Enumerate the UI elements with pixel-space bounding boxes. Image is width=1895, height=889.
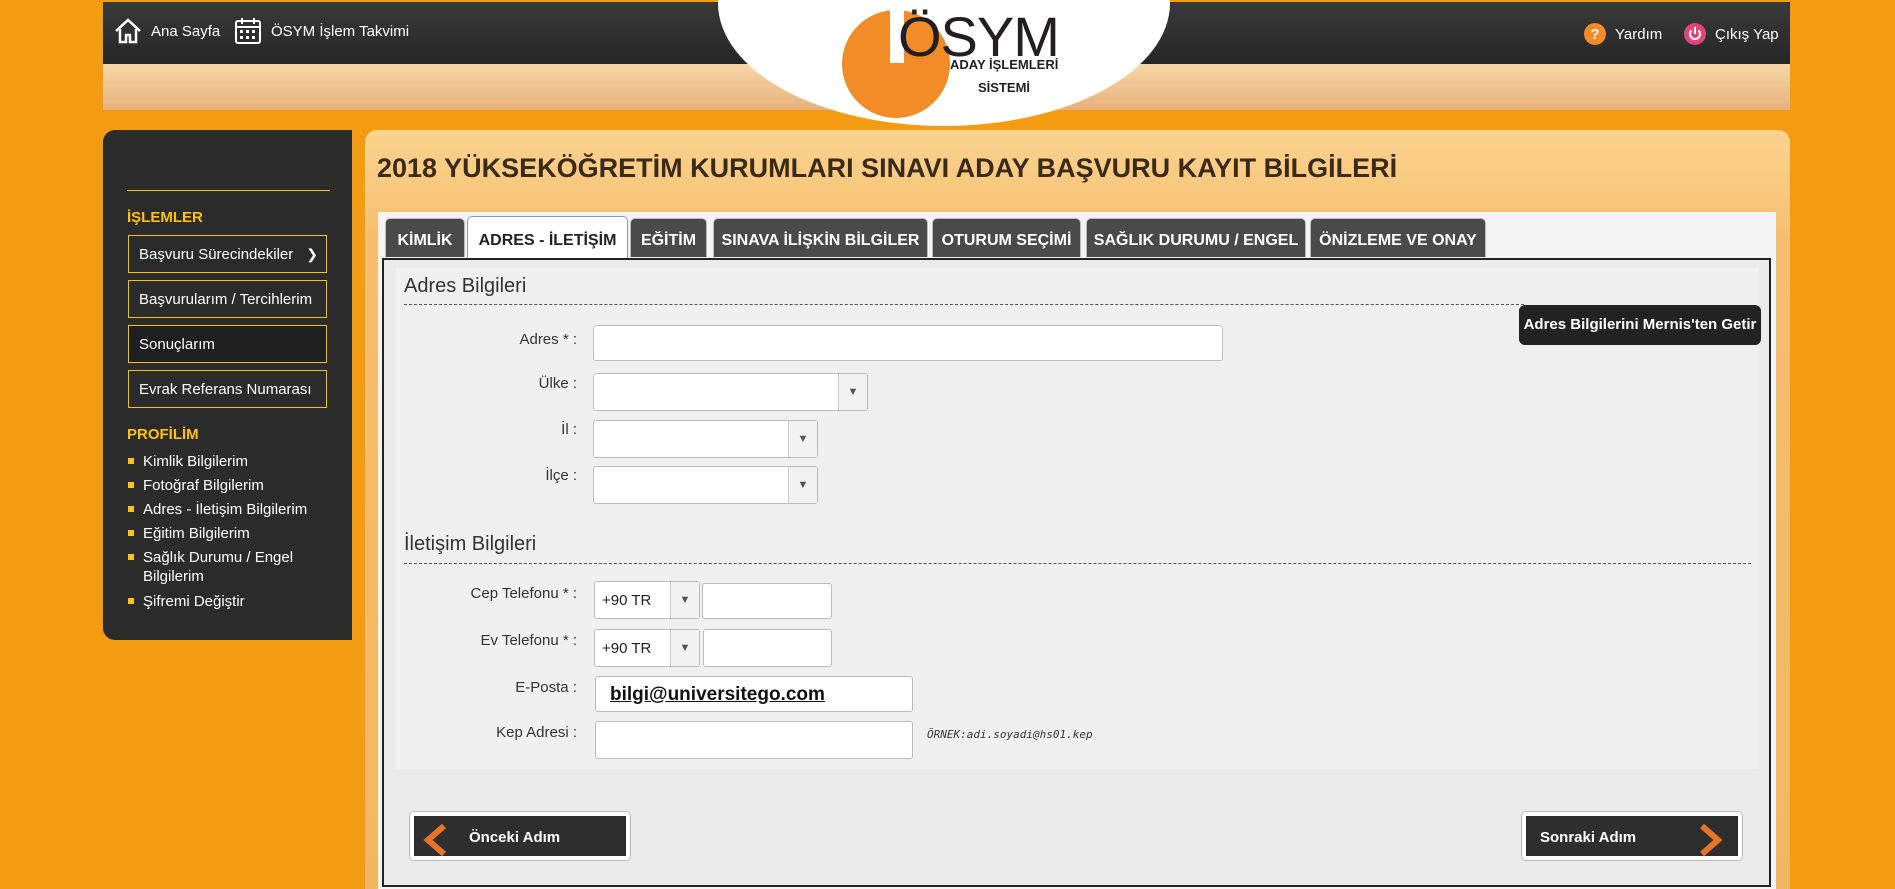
calendar-link[interactable]: ÖSYM İşlem Takvimi xyxy=(233,16,409,46)
calendar-icon xyxy=(235,18,261,44)
arrow-left-icon xyxy=(423,824,446,856)
tab-identity[interactable]: KİMLİK xyxy=(385,218,465,257)
chevron-down-icon: ▼ xyxy=(788,467,817,503)
logo-subtitle-2: SİSTEMİ xyxy=(978,80,1031,95)
operations-heading: İŞLEMLER xyxy=(127,209,203,226)
home-link[interactable]: Ana Sayfa xyxy=(113,16,220,46)
province-label: İl : xyxy=(561,421,577,438)
tab-health-disability[interactable]: SAĞLIK DURUMU / ENGEL xyxy=(1086,218,1306,257)
home-country-code-value: +90 TR xyxy=(602,640,652,657)
sidebar-divider xyxy=(127,190,330,191)
kep-address-input[interactable] xyxy=(595,721,913,759)
arrow-right-icon xyxy=(1700,824,1723,856)
bullet-icon xyxy=(128,458,134,464)
profile-item-label: Sağlık Durumu / Engel Bilgilerim xyxy=(143,549,294,585)
tab-preview-approval[interactable]: ÖNİZLEME VE ONAY xyxy=(1310,218,1486,257)
mobile-country-code-select[interactable]: +90 TR ▼ xyxy=(594,581,700,619)
sidebar-item-label: Başvuru Sürecindekiler xyxy=(139,246,294,263)
country-select[interactable]: ▼ xyxy=(593,373,868,411)
profile-item-address-contact[interactable]: Adres - İletişim Bilgilerim xyxy=(128,500,333,519)
home-country-code-select[interactable]: +90 TR ▼ xyxy=(594,629,700,667)
bullet-icon xyxy=(128,554,134,560)
home-phone-label: Ev Telefonu * : xyxy=(480,632,577,649)
address-section-divider xyxy=(404,304,1524,305)
tab-address-contact[interactable]: ADRES - İLETİŞİM xyxy=(467,216,628,258)
profile-heading: PROFİLİM xyxy=(127,426,199,443)
home-link-label: Ana Sayfa xyxy=(151,22,221,40)
profile-item-label: Şifremi Değiştir xyxy=(143,593,245,610)
email-label: E-Posta : xyxy=(515,679,577,696)
address-label: Adres * : xyxy=(519,331,577,348)
next-step-label: Sonraki Adım xyxy=(1540,829,1637,846)
mobile-phone-input[interactable] xyxy=(702,583,832,619)
mobile-country-code-value: +90 TR xyxy=(602,592,652,609)
chevron-down-icon: ▼ xyxy=(670,582,699,618)
logout-link[interactable]: Çıkış Yap xyxy=(1683,22,1779,46)
profile-item-identity[interactable]: Kimlik Bilgilerim xyxy=(128,452,333,471)
previous-step-button[interactable]: Önceki Adım xyxy=(410,812,630,860)
profile-item-label: Eğitim Bilgilerim xyxy=(143,525,250,542)
email-field[interactable]: bilgi@universitego.com xyxy=(595,676,913,712)
sidebar-item-label: Sonuçlarım xyxy=(139,336,215,353)
mobile-phone-label: Cep Telefonu * : xyxy=(470,585,577,602)
help-link[interactable]: ? Yardım xyxy=(1583,22,1662,46)
next-step-button[interactable]: Sonraki Adım xyxy=(1522,812,1742,860)
tab-exam-info[interactable]: SINAVA İLİŞKİN BİLGİLER xyxy=(713,218,928,257)
tab-session-selection[interactable]: OTURUM SEÇİMİ xyxy=(932,218,1081,257)
profile-item-label: Fotoğraf Bilgilerim xyxy=(143,477,264,494)
kep-address-label: Kep Adresi : xyxy=(496,724,577,741)
sidebar-item-label: Evrak Referans Numarası xyxy=(139,381,312,398)
province-select[interactable]: ▼ xyxy=(593,420,818,458)
profile-item-photo[interactable]: Fotoğraf Bilgilerim xyxy=(128,476,333,495)
profile-item-change-password[interactable]: Şifremi Değiştir xyxy=(128,592,333,611)
chevron-right-icon: ❯ xyxy=(306,246,318,262)
chevron-down-icon: ▼ xyxy=(838,374,867,410)
bullet-icon xyxy=(128,530,134,536)
sidebar-item-applications-preferences[interactable]: Başvurularım / Tercihlerim xyxy=(128,280,327,318)
page-title: 2018 YÜKSEKÖĞRETİM KURUMLARI SINAVI ADAY… xyxy=(377,153,1398,183)
logout-link-label: Çıkış Yap xyxy=(1715,25,1779,43)
bullet-icon xyxy=(128,482,134,488)
email-field-value: bilgi@universitego.com xyxy=(610,684,825,705)
contact-section-title: İletişim Bilgileri xyxy=(404,533,537,555)
power-icon xyxy=(1684,23,1706,45)
sidebar-item-document-reference[interactable]: Evrak Referans Numarası xyxy=(128,370,327,408)
address-input[interactable] xyxy=(593,325,1223,361)
profile-item-label: Kimlik Bilgilerim xyxy=(143,453,249,470)
help-icon: ? xyxy=(1584,23,1606,45)
district-label: İlçe : xyxy=(545,467,577,484)
bullet-icon xyxy=(128,598,134,604)
svg-text:?: ? xyxy=(1590,26,1599,43)
home-icon xyxy=(115,18,141,44)
tab-education[interactable]: EĞİTİM xyxy=(630,218,707,257)
profile-item-health[interactable]: Sağlık Durumu / Engel Bilgilerim xyxy=(128,548,313,586)
previous-step-label: Önceki Adım xyxy=(469,829,561,846)
calendar-link-label: ÖSYM İşlem Takvimi xyxy=(271,22,410,40)
home-phone-input[interactable] xyxy=(703,629,832,667)
sidebar-item-applications-in-progress[interactable]: Başvuru Sürecindekiler ❯ xyxy=(128,235,327,273)
fetch-from-mernis-button[interactable]: Adres Bilgilerini Mernis'ten Getir xyxy=(1519,305,1761,345)
help-link-label: Yardım xyxy=(1615,25,1663,43)
district-select[interactable]: ▼ xyxy=(593,466,818,504)
profile-item-label: Adres - İletişim Bilgilerim xyxy=(143,501,308,518)
chevron-down-icon: ▼ xyxy=(788,421,817,457)
sidebar-item-results[interactable]: Sonuçlarım xyxy=(128,325,327,363)
country-label: Ülke : xyxy=(538,375,577,392)
address-section-title: Adres Bilgileri xyxy=(404,275,527,297)
sidebar: İŞLEMLER Başvuru Sürecindekiler ❯ Başvur… xyxy=(103,130,352,640)
sidebar-item-label: Başvurularım / Tercihlerim xyxy=(139,291,313,308)
logo-subtitle-1: ADAY İŞLEMLERİ xyxy=(950,57,1059,72)
contact-section-divider xyxy=(404,563,1751,564)
chevron-down-icon: ▼ xyxy=(670,630,699,666)
kep-address-hint: ÖRNEK:adi.soyadi@hs01.kep xyxy=(927,728,1093,741)
bullet-icon xyxy=(128,506,134,512)
profile-item-education[interactable]: Eğitim Bilgilerim xyxy=(128,524,333,543)
